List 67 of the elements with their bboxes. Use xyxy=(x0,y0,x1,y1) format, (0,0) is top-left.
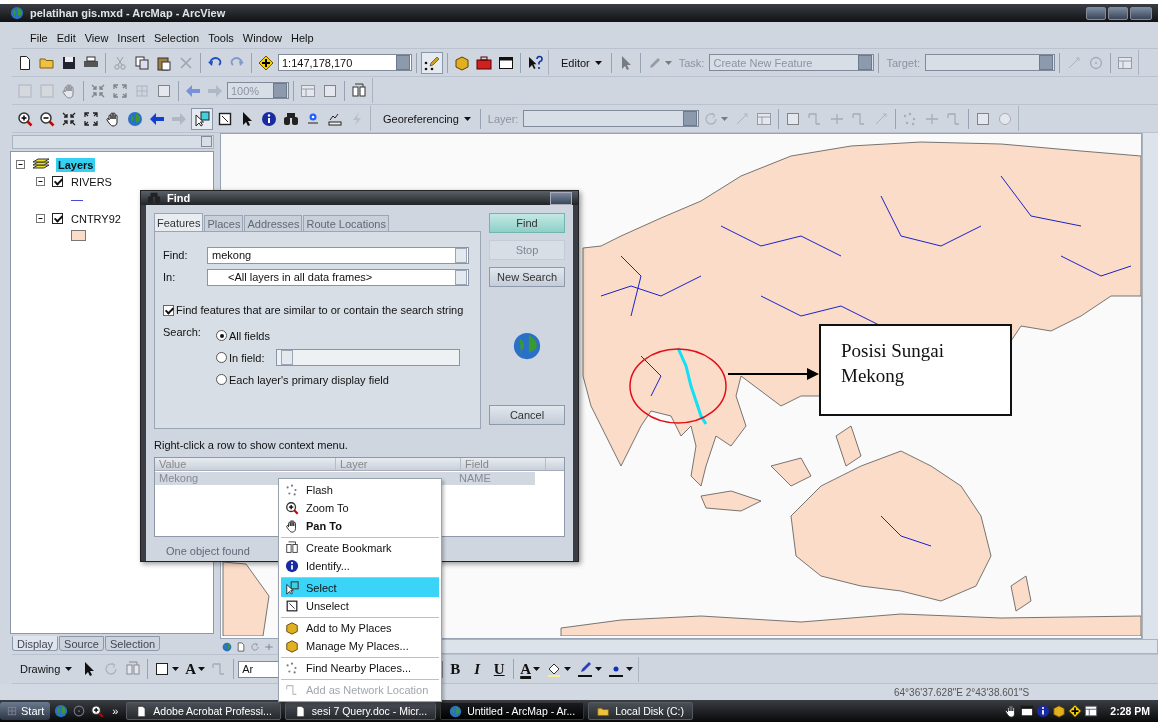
scale-field[interactable]: 1:147,178,170 xyxy=(278,54,412,71)
status-text: One object found xyxy=(166,545,250,557)
layer-name[interactable]: CNTRY92 xyxy=(69,211,123,226)
start-button[interactable]: Start xyxy=(0,702,51,720)
hint-text: Right-click a row to show context menu. xyxy=(154,439,349,453)
bold-button[interactable]: B xyxy=(445,658,466,680)
radio-label: In field: xyxy=(229,351,265,364)
menu-item[interactable]: Unselect xyxy=(281,597,439,615)
dialog-title: Find xyxy=(167,192,191,204)
menu-item[interactable]: Help xyxy=(290,32,314,44)
coordinates-text: 64°36'37.628"E 2°43'38.601"S xyxy=(894,686,1030,698)
menu-item[interactable]: Insert xyxy=(117,32,145,44)
drawing-menu[interactable]: Drawing xyxy=(15,659,78,679)
menu-item[interactable]: Select xyxy=(281,577,439,597)
editor-menu[interactable]: Editor xyxy=(556,52,607,73)
dialog-button[interactable]: Find xyxy=(489,213,565,233)
menu-item[interactable]: Find Nearby Places... xyxy=(281,657,439,677)
radio-label: All fields xyxy=(229,329,270,342)
menu-item[interactable]: Tools xyxy=(208,32,234,44)
tab[interactable]: Route Locations xyxy=(303,215,389,231)
radio-label: Each layer's primary display field xyxy=(229,373,389,386)
dialog-button[interactable]: New Search xyxy=(489,267,565,287)
taskbar-button[interactable]: Adobe Acrobat Professi... xyxy=(126,702,281,720)
target-label: Target: xyxy=(885,56,922,69)
taskbar-button[interactable]: sesi 7 Query.doc - Micr... xyxy=(284,702,437,720)
menu-item[interactable]: View xyxy=(84,32,109,44)
field-label: Search: xyxy=(163,326,202,340)
clock-text: 2:28 PM xyxy=(1110,705,1150,717)
menu-item[interactable]: Identify... xyxy=(281,557,439,575)
menu-item[interactable]: Selection xyxy=(153,32,200,44)
table-cell-text: Mekong xyxy=(158,472,200,485)
panel-tab[interactable]: Selection xyxy=(104,636,161,651)
layer-name[interactable]: Layers xyxy=(56,157,96,172)
dialog-button[interactable]: Cancel xyxy=(489,405,565,425)
menu-item[interactable]: Add to My Places xyxy=(281,617,439,637)
georeferencing-menu[interactable]: Georeferencing xyxy=(378,108,476,129)
menu-item[interactable]: File xyxy=(30,32,48,44)
italic-button[interactable]: I xyxy=(467,658,488,680)
underline-button[interactable]: U xyxy=(489,658,510,680)
layer-name[interactable]: RIVERS xyxy=(69,174,114,189)
tab[interactable]: Places xyxy=(204,215,244,231)
taskbar-button[interactable]: Untitled - ArcMap - Ar... xyxy=(440,702,585,720)
menu-item[interactable]: Create Bookmark xyxy=(281,537,439,557)
menu-item[interactable]: Manage My Places... xyxy=(281,637,439,655)
table-cell-text: NAME xyxy=(458,472,492,485)
menu-item[interactable]: Window xyxy=(242,32,282,44)
callout-text: Posisi Sungai Mekong xyxy=(819,324,1012,416)
field-label: In: xyxy=(163,271,177,283)
field-label: Find: xyxy=(163,249,189,261)
tab[interactable]: Addresses xyxy=(244,215,303,231)
task-label: Task: xyxy=(677,56,706,69)
font-color-button[interactable]: A xyxy=(518,658,543,680)
menu-item[interactable]: Pan To xyxy=(281,517,439,535)
text-button[interactable]: A xyxy=(183,658,208,680)
checkbox-label: Find features that are similar to or contain the search string xyxy=(176,304,464,316)
combo-box[interactable]: mekong xyxy=(207,246,469,264)
panel-tab[interactable]: Source xyxy=(59,636,104,651)
panel-tab[interactable]: Display xyxy=(12,636,59,651)
tab[interactable]: Features xyxy=(154,213,204,231)
taskbar-button[interactable]: Local Disk (C:) xyxy=(588,702,693,720)
menu-item[interactable]: Edit xyxy=(56,32,76,44)
menu-item[interactable]: Flash xyxy=(281,481,439,499)
layer-label: Layer: xyxy=(486,112,520,125)
combo-box[interactable]: <All layers in all data frames> xyxy=(207,268,469,286)
more-button[interactable]: » xyxy=(108,705,123,717)
menu-item[interactable]: Zoom To xyxy=(281,499,439,517)
window-title: pelatihan gis.mxd - ArcMap - ArcView xyxy=(30,7,226,19)
